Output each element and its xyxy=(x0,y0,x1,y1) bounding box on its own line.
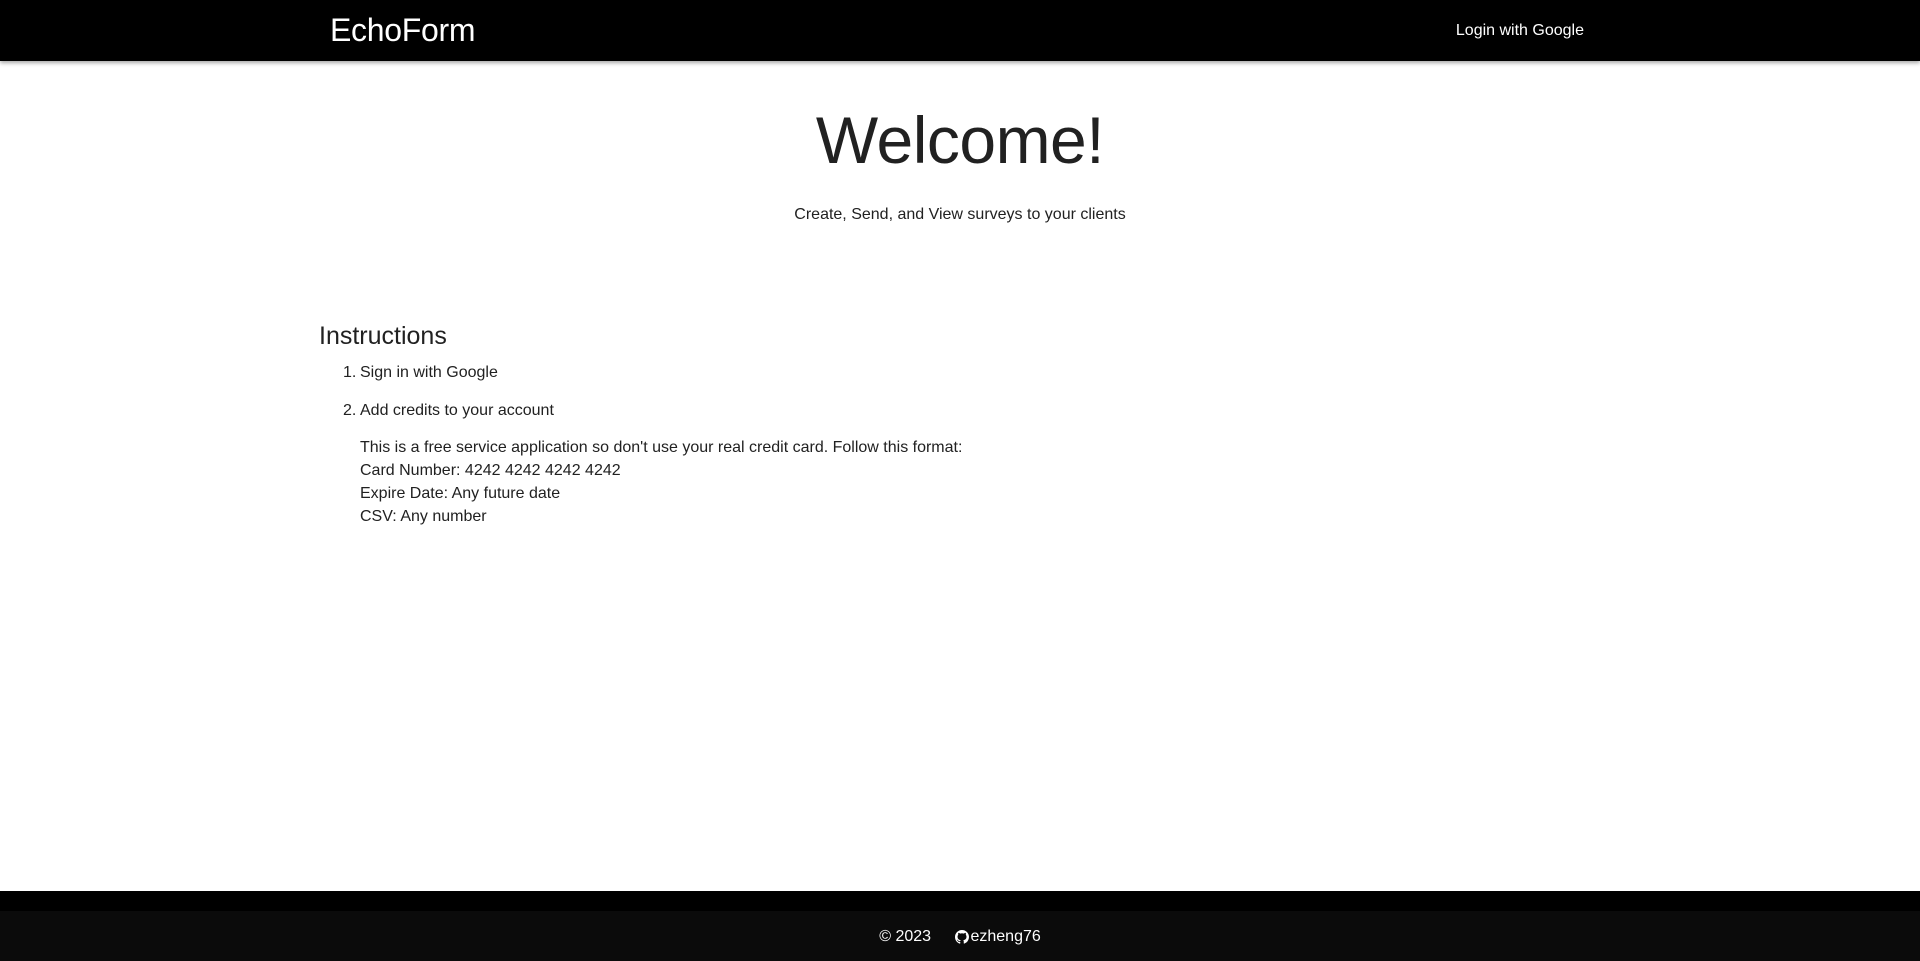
note-line-expire-date: Expire Date: Any future date xyxy=(360,485,561,502)
hero-section: Welcome! Create, Send, and View surveys … xyxy=(0,95,1920,225)
login-with-google-link[interactable]: Login with Google xyxy=(1456,20,1584,42)
github-profile-link[interactable]: ezheng76 xyxy=(955,927,1041,947)
copyright-text: © 2023 xyxy=(879,928,932,945)
instructions-heading: Instructions xyxy=(319,322,447,350)
footer-content: © 2023 ezheng76 xyxy=(0,927,1920,947)
step-label: Sign in with Google xyxy=(360,364,498,381)
step-number: 1. xyxy=(343,364,357,381)
page-title: Welcome! xyxy=(815,103,1105,177)
credit-card-note: This is a free service application so do… xyxy=(360,436,1599,528)
page-subtitle: Create, Send, and View surveys to your c… xyxy=(794,206,1126,223)
instruction-step-sign-in: 1. Sign in with Google xyxy=(319,362,1599,384)
instructions-list: 1. Sign in with Google 2. Add credits to… xyxy=(319,362,1599,528)
github-icon xyxy=(955,930,970,944)
github-username: ezheng76 xyxy=(970,928,1041,945)
note-line-disclaimer: This is a free service application so do… xyxy=(360,439,963,456)
note-line-csv: CSV: Any number xyxy=(360,508,487,525)
instructions-section: Instructions 1. Sign in with Google 2. A… xyxy=(319,320,1599,544)
page-footer: © 2023 ezheng76 xyxy=(0,891,1920,961)
top-navbar: EchoForm Login with Google xyxy=(0,0,1920,61)
brand-logo-link[interactable]: EchoForm xyxy=(330,10,476,50)
step-number: 2. xyxy=(343,402,357,419)
note-line-card-number: Card Number: 4242 4242 4242 4242 xyxy=(360,462,621,479)
instruction-step-add-credits: 2. Add credits to your account This is a… xyxy=(319,400,1599,528)
step-label: Add credits to your account xyxy=(360,402,554,419)
